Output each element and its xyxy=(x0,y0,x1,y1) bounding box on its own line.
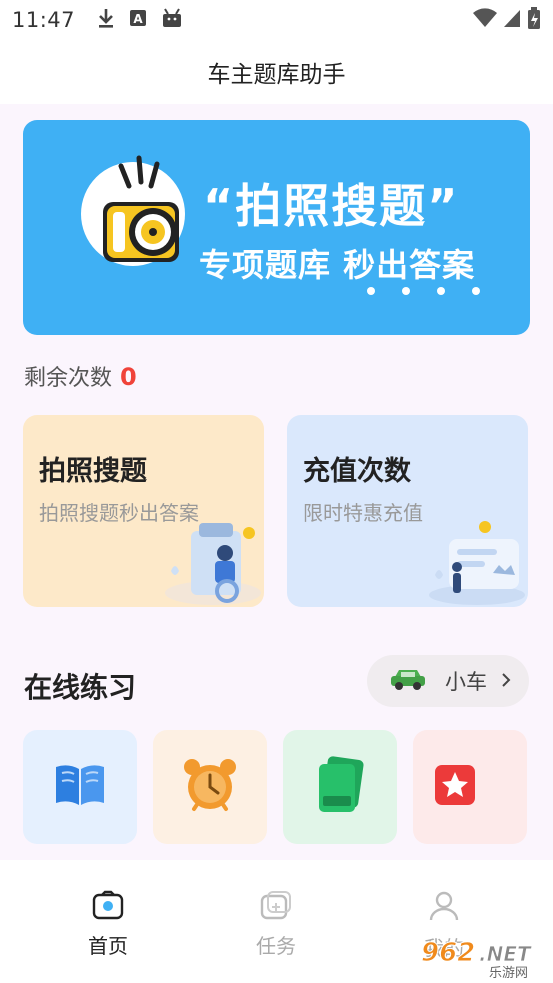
remaining-count: 0 xyxy=(120,363,137,391)
green-book-icon xyxy=(315,756,365,818)
banner-dot xyxy=(437,287,445,295)
status-time: 11:47 xyxy=(12,8,76,32)
practice-tile-favorites[interactable] xyxy=(413,730,527,844)
svg-text:.NET: .NET xyxy=(479,942,532,966)
nav-label: 任务 xyxy=(256,934,296,958)
vehicle-type-selector[interactable]: 小车 xyxy=(367,655,529,707)
status-bar: 11:47 A xyxy=(0,0,553,40)
star-card-icon xyxy=(431,761,479,813)
task-icon xyxy=(260,890,292,924)
wifi-icon xyxy=(473,8,497,32)
main-content: “拍照搜题” 专项题库 秒出答案 剩余次数 0 拍照搜题 拍照搜题秒出答案 充值… xyxy=(0,104,553,860)
nav-label: 首页 xyxy=(88,934,128,958)
battery-icon xyxy=(527,7,541,33)
banner-subtitle: 专项题库 秒出答案 xyxy=(199,246,476,284)
a-icon: A xyxy=(129,9,147,31)
car-icon xyxy=(389,667,427,695)
remaining-label: 剩余次数 xyxy=(24,366,113,391)
practice-tile-wrong-questions[interactable] xyxy=(283,730,397,844)
book-icon xyxy=(52,761,108,813)
android-icon xyxy=(161,8,183,32)
user-icon xyxy=(428,890,460,926)
photo-search-card[interactable]: 拍照搜题 拍照搜题秒出答案 xyxy=(23,415,264,607)
voucher-illustration-icon xyxy=(427,511,527,607)
vehicle-type-label: 小车 xyxy=(445,670,487,694)
nav-item-home[interactable]: 首页 xyxy=(24,860,192,983)
title-bar: 车主题库助手 xyxy=(0,40,553,104)
banner-pagination xyxy=(367,287,480,295)
banner-dot xyxy=(402,287,410,295)
nav-item-tasks[interactable]: 任务 xyxy=(192,860,360,983)
signal-icon xyxy=(503,8,521,32)
banner-dot xyxy=(367,287,375,295)
practice-tile-mock-exam[interactable] xyxy=(153,730,267,844)
site-watermark: 962 .NET 乐游网 xyxy=(415,935,551,982)
banner-dot xyxy=(472,287,480,295)
camera-illustration-icon xyxy=(99,146,199,270)
section-title-practice: 在线练习 xyxy=(24,671,137,704)
clipboard-illustration-icon xyxy=(163,511,263,607)
practice-tile-sequential[interactable] xyxy=(23,730,137,844)
alarm-clock-icon xyxy=(182,757,238,817)
svg-text:962: 962 xyxy=(421,938,475,968)
download-icon xyxy=(97,7,115,33)
chevron-right-icon xyxy=(501,669,511,693)
svg-text:A: A xyxy=(133,12,143,26)
card-title: 充值次数 xyxy=(303,456,411,487)
camera-icon xyxy=(92,890,124,924)
remaining-count-row: 剩余次数 0 xyxy=(24,360,137,392)
promo-banner[interactable]: “拍照搜题” 专项题库 秒出答案 xyxy=(23,120,530,335)
card-title: 拍照搜题 xyxy=(39,456,147,487)
banner-title: “拍照搜题” xyxy=(203,179,460,233)
page-title: 车主题库助手 xyxy=(207,62,346,88)
recharge-card[interactable]: 充值次数 限时特惠充值 xyxy=(287,415,528,607)
svg-text:乐游网: 乐游网 xyxy=(489,966,528,979)
card-desc: 限时特惠充值 xyxy=(303,501,423,525)
